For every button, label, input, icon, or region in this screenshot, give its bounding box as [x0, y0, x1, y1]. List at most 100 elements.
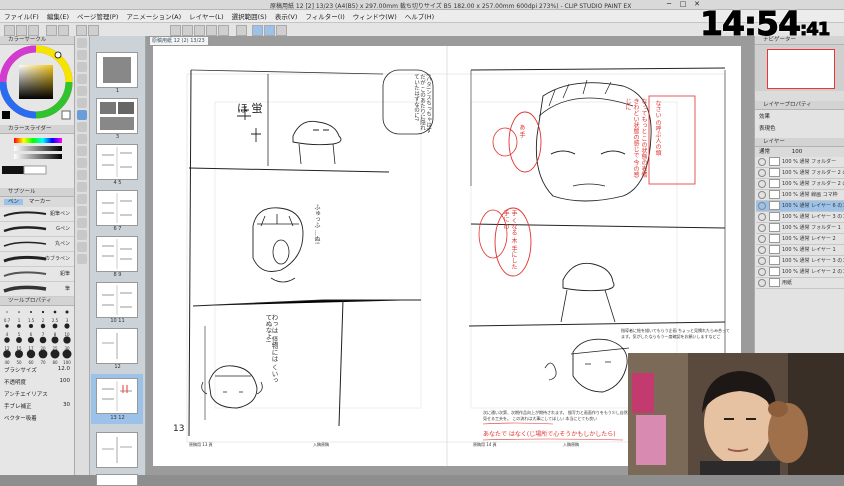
brush-size-dot[interactable]: [50, 349, 60, 359]
layer-row[interactable]: 100 % 通常 レイヤー 3 のコピー: [756, 212, 844, 223]
layer-row[interactable]: 100 % 通常 線画 コマ枠: [756, 190, 844, 201]
selection-tool-icon[interactable]: [77, 86, 87, 96]
redo-icon[interactable]: [58, 25, 69, 36]
brush-item[interactable]: 筆: [0, 282, 74, 297]
eye-icon[interactable]: [758, 168, 766, 177]
frame-border-tool-icon[interactable]: [77, 206, 87, 216]
open-file-icon[interactable]: [16, 25, 27, 36]
page-thumb[interactable]: [96, 432, 138, 468]
brush-size-dot[interactable]: [16, 337, 22, 343]
page-thumb[interactable]: [96, 98, 138, 134]
navigator-zoom-bar[interactable]: [755, 91, 844, 101]
layer-row[interactable]: 100 % 通常 フォルダー: [756, 157, 844, 168]
balloon-tool-icon[interactable]: [77, 242, 87, 252]
brush-size-dot[interactable]: [63, 336, 71, 344]
eye-icon[interactable]: [758, 267, 766, 276]
layer-opacity[interactable]: 100: [792, 149, 803, 155]
brush-size-dot[interactable]: [26, 349, 36, 359]
layer-row[interactable]: 100 % 通常 フォルダー 2 のコピー: [756, 179, 844, 190]
eyedropper-tool-icon[interactable]: [77, 98, 87, 108]
new-file-icon[interactable]: [4, 25, 15, 36]
subtool-tab-marker[interactable]: マーカー: [25, 199, 55, 205]
snap-ruler-icon[interactable]: [236, 25, 247, 36]
eye-icon[interactable]: [758, 234, 766, 243]
layer-row[interactable]: 100 % 通常 レイヤー 6 のコピー: [756, 201, 844, 212]
menu-view[interactable]: 表示(V): [271, 11, 302, 21]
menu-edit[interactable]: 編集(E): [43, 11, 73, 21]
eye-icon[interactable]: [758, 256, 766, 265]
page-thumb[interactable]: [96, 282, 138, 318]
eye-icon[interactable]: [758, 179, 766, 188]
eye-icon[interactable]: [758, 223, 766, 232]
fill-icon[interactable]: [218, 25, 229, 36]
subtool-tab-pen[interactable]: ペン: [4, 199, 24, 205]
layer-row[interactable]: 100 % 通常 レイヤー 1: [756, 245, 844, 256]
brush-item[interactable]: 鉛筆ペン: [0, 207, 74, 222]
page-thumb[interactable]: [96, 474, 138, 486]
brush-size-dot[interactable]: [27, 336, 35, 344]
move-layer-tool-icon[interactable]: [77, 74, 87, 84]
layer-row[interactable]: 用紙: [756, 278, 844, 289]
brush-size-dot[interactable]: [14, 349, 24, 359]
page-thumb[interactable]: [96, 190, 138, 226]
eraser-tool-icon[interactable]: [77, 158, 87, 168]
snap-special-ruler-icon[interactable]: [252, 25, 263, 36]
menu-animation[interactable]: アニメーション(A): [122, 11, 185, 21]
brush-size-dot[interactable]: [52, 323, 58, 329]
page-thumb-selected[interactable]: 13 12: [91, 374, 143, 424]
crop-icon[interactable]: [206, 25, 217, 36]
eye-icon[interactable]: [758, 212, 766, 221]
operation-tool-icon[interactable]: [77, 62, 87, 72]
brush-size-grid[interactable]: 0.7 1 1.5 2 2.5 3 4 5 6 7 8 10 12 15 17 20 25 30 40 50 60 70 8…: [0, 306, 74, 365]
brush-size-dot[interactable]: [4, 337, 10, 343]
color-wheel[interactable]: [0, 45, 74, 123]
eye-icon[interactable]: [758, 190, 766, 199]
maximize-button[interactable]: □: [676, 0, 690, 9]
brush-size-dot[interactable]: [64, 323, 70, 329]
brush-size-dot[interactable]: [18, 311, 20, 313]
page-thumb[interactable]: [96, 236, 138, 272]
brush-size-dot[interactable]: [38, 349, 48, 359]
brush-tool-icon[interactable]: [77, 134, 87, 144]
eye-icon[interactable]: [758, 245, 766, 254]
menu-filter[interactable]: フィルター(I): [301, 11, 348, 21]
airbrush-tool-icon[interactable]: [77, 146, 87, 156]
layer-row[interactable]: 100 % 通常 フォルダー 2 のコピー: [756, 168, 844, 179]
snap-more-icon[interactable]: [276, 25, 287, 36]
deselect-icon[interactable]: [182, 25, 193, 36]
page-thumb[interactable]: [96, 52, 138, 88]
menu-page[interactable]: ページ管理(P): [73, 11, 122, 21]
layer-row[interactable]: 100 % 通常 レイヤー 3 のコピー 2: [756, 256, 844, 267]
menu-file[interactable]: ファイル(F): [0, 11, 43, 21]
brush-size-dot[interactable]: [30, 311, 32, 313]
undo-icon[interactable]: [46, 25, 57, 36]
fill-tool-icon[interactable]: [77, 170, 87, 180]
brush-item[interactable]: 鉛筆: [0, 267, 74, 282]
brush-size-dot[interactable]: [40, 323, 46, 329]
layer-row[interactable]: 100 % 通常 レイヤー 2 のコピー: [756, 267, 844, 278]
brush-size-dot[interactable]: [3, 350, 11, 358]
brush-size-dot[interactable]: [17, 324, 21, 328]
layer-blend-row[interactable]: 通常 100: [755, 147, 844, 157]
color-slider[interactable]: [0, 134, 74, 186]
brush-item[interactable]: カブラペン: [0, 252, 74, 267]
brush-size-dot[interactable]: [28, 323, 34, 329]
menu-layer[interactable]: レイヤー(L): [185, 11, 228, 21]
brush-size-dot[interactable]: [41, 310, 45, 314]
brush-size-dot[interactable]: [6, 311, 8, 313]
minimize-button[interactable]: ─: [662, 0, 676, 9]
save-icon[interactable]: [28, 25, 39, 36]
subtool-tabs[interactable]: ペン マーカー: [0, 197, 74, 207]
navigator-preview[interactable]: [755, 45, 844, 91]
text-tool-icon[interactable]: [77, 230, 87, 240]
ruler-tool-icon[interactable]: [77, 218, 87, 228]
pencil-tool-icon[interactable]: [77, 122, 87, 132]
eye-icon[interactable]: [758, 278, 766, 287]
invert-selection-icon[interactable]: [194, 25, 205, 36]
brush-size-dot[interactable]: [5, 324, 9, 328]
blend-mode[interactable]: 通常: [759, 149, 770, 155]
gradient-tool-icon[interactable]: [77, 182, 87, 192]
hand-tool-icon[interactable]: [77, 50, 87, 60]
document-tab[interactable]: 原稿用紙 12 (2) 13/23: [149, 36, 209, 46]
menu-window[interactable]: ウィンドウ(W): [349, 11, 401, 21]
